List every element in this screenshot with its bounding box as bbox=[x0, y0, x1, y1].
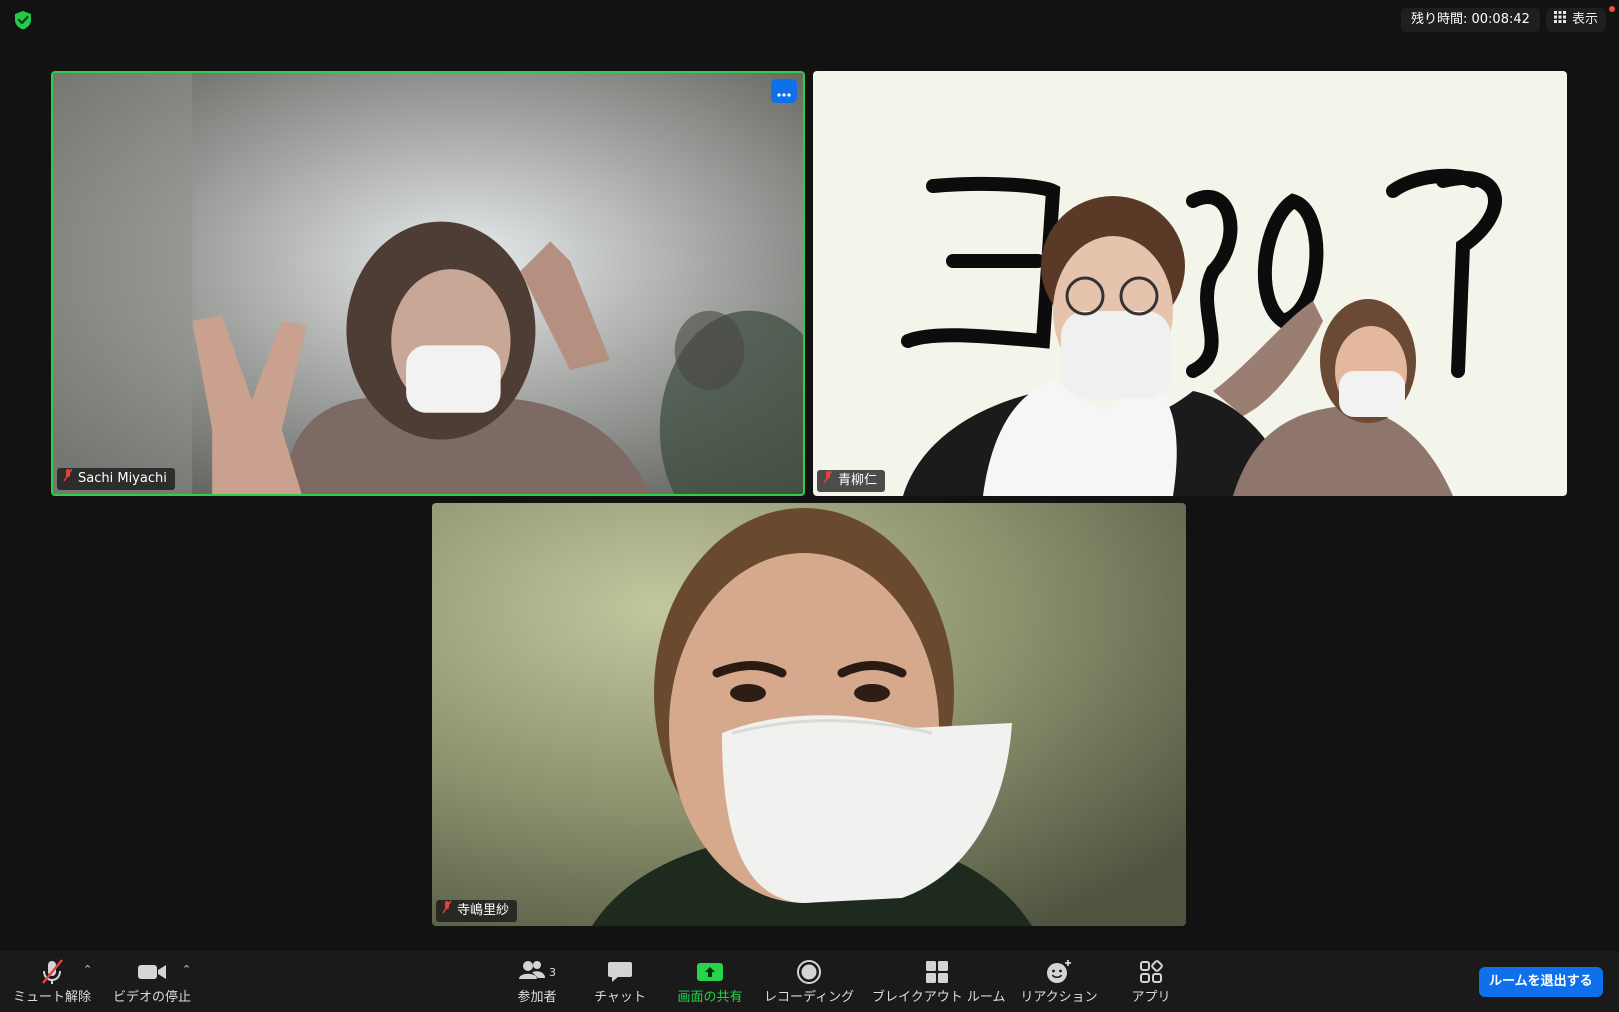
mic-muted-icon bbox=[823, 470, 833, 492]
participant-name: 寺嶋里紗 bbox=[457, 903, 510, 918]
mic-muted-icon bbox=[63, 468, 73, 490]
record-button[interactable]: レコーディング bbox=[764, 957, 854, 1006]
unmute-label: ミュート解除 bbox=[12, 990, 91, 1005]
meeting-top-bar: 残り時間: 00:08:42 表示 bbox=[0, 0, 1619, 40]
participant-name-tag: 寺嶋里紗 bbox=[436, 900, 518, 922]
video-feed bbox=[53, 73, 803, 494]
share-label: 画面の共有 bbox=[677, 990, 743, 1005]
chat-label: チャット bbox=[594, 990, 646, 1005]
time-remaining: 残り時間: 00:08:42 bbox=[1401, 8, 1540, 32]
breakout-icon bbox=[872, 957, 1002, 987]
participants-button[interactable]: 3 参加者 bbox=[504, 957, 570, 1006]
breakout-rooms-button[interactable]: ブレイクアウト ルーム bbox=[872, 957, 1006, 1006]
reactions-button[interactable]: リアクション bbox=[1020, 957, 1098, 1006]
apps-icon bbox=[1128, 957, 1174, 987]
video-tile-sachi[interactable]: Sachi Miyachi bbox=[51, 71, 805, 496]
video-options-caret[interactable]: ⌃ bbox=[182, 963, 191, 976]
reactions-label: リアクション bbox=[1020, 990, 1098, 1005]
breakout-label: ブレイクアウト ルーム bbox=[872, 990, 1006, 1005]
mic-muted-icon bbox=[442, 900, 452, 922]
more-options-button[interactable] bbox=[771, 79, 797, 103]
participants-icon bbox=[518, 960, 546, 984]
leave-room-button[interactable]: ルームを退出する bbox=[1479, 967, 1603, 997]
video-feed bbox=[432, 503, 1186, 926]
mic-muted-icon bbox=[12, 957, 92, 987]
apps-button[interactable]: アプリ bbox=[1128, 957, 1174, 1006]
participant-name-tag: 青柳仁 bbox=[817, 470, 886, 492]
notification-dot bbox=[1609, 6, 1615, 12]
video-tile-terashima[interactable]: 寺嶋里紗 bbox=[432, 503, 1186, 926]
record-label: レコーディング bbox=[764, 990, 855, 1005]
participant-name-tag: Sachi Miyachi bbox=[57, 468, 175, 490]
grid-icon bbox=[1554, 8, 1566, 32]
participant-name: Sachi Miyachi bbox=[78, 471, 167, 486]
audio-options-caret[interactable]: ⌃ bbox=[83, 963, 92, 976]
share-screen-button[interactable]: 画面の共有 bbox=[676, 957, 744, 1006]
unmute-button[interactable]: ミュート解除 bbox=[12, 957, 92, 1006]
view-label: 表示 bbox=[1572, 12, 1599, 27]
stop-video-label: ビデオの停止 bbox=[112, 990, 191, 1005]
participant-name: 青柳仁 bbox=[838, 473, 878, 488]
more-icon bbox=[777, 82, 791, 101]
record-icon bbox=[764, 957, 854, 987]
meeting-toolbar: ミュート解除 ⌃ ビデオの停止 ⌃ 3 参加者 チャット 画面の共有 レコーディ… bbox=[0, 951, 1619, 1012]
reaction-icon bbox=[1020, 957, 1098, 987]
chat-icon bbox=[592, 957, 648, 987]
view-button[interactable]: 表示 bbox=[1546, 8, 1607, 32]
share-screen-icon bbox=[676, 957, 744, 987]
apps-label: アプリ bbox=[1131, 990, 1171, 1005]
participants-label: 参加者 bbox=[517, 990, 557, 1005]
participants-count: 3 bbox=[549, 965, 556, 979]
shield-check-icon[interactable] bbox=[12, 9, 34, 31]
video-tile-aoyagi[interactable]: 青柳仁 bbox=[813, 71, 1567, 496]
chat-button[interactable]: チャット bbox=[592, 957, 648, 1006]
video-feed bbox=[813, 71, 1567, 496]
